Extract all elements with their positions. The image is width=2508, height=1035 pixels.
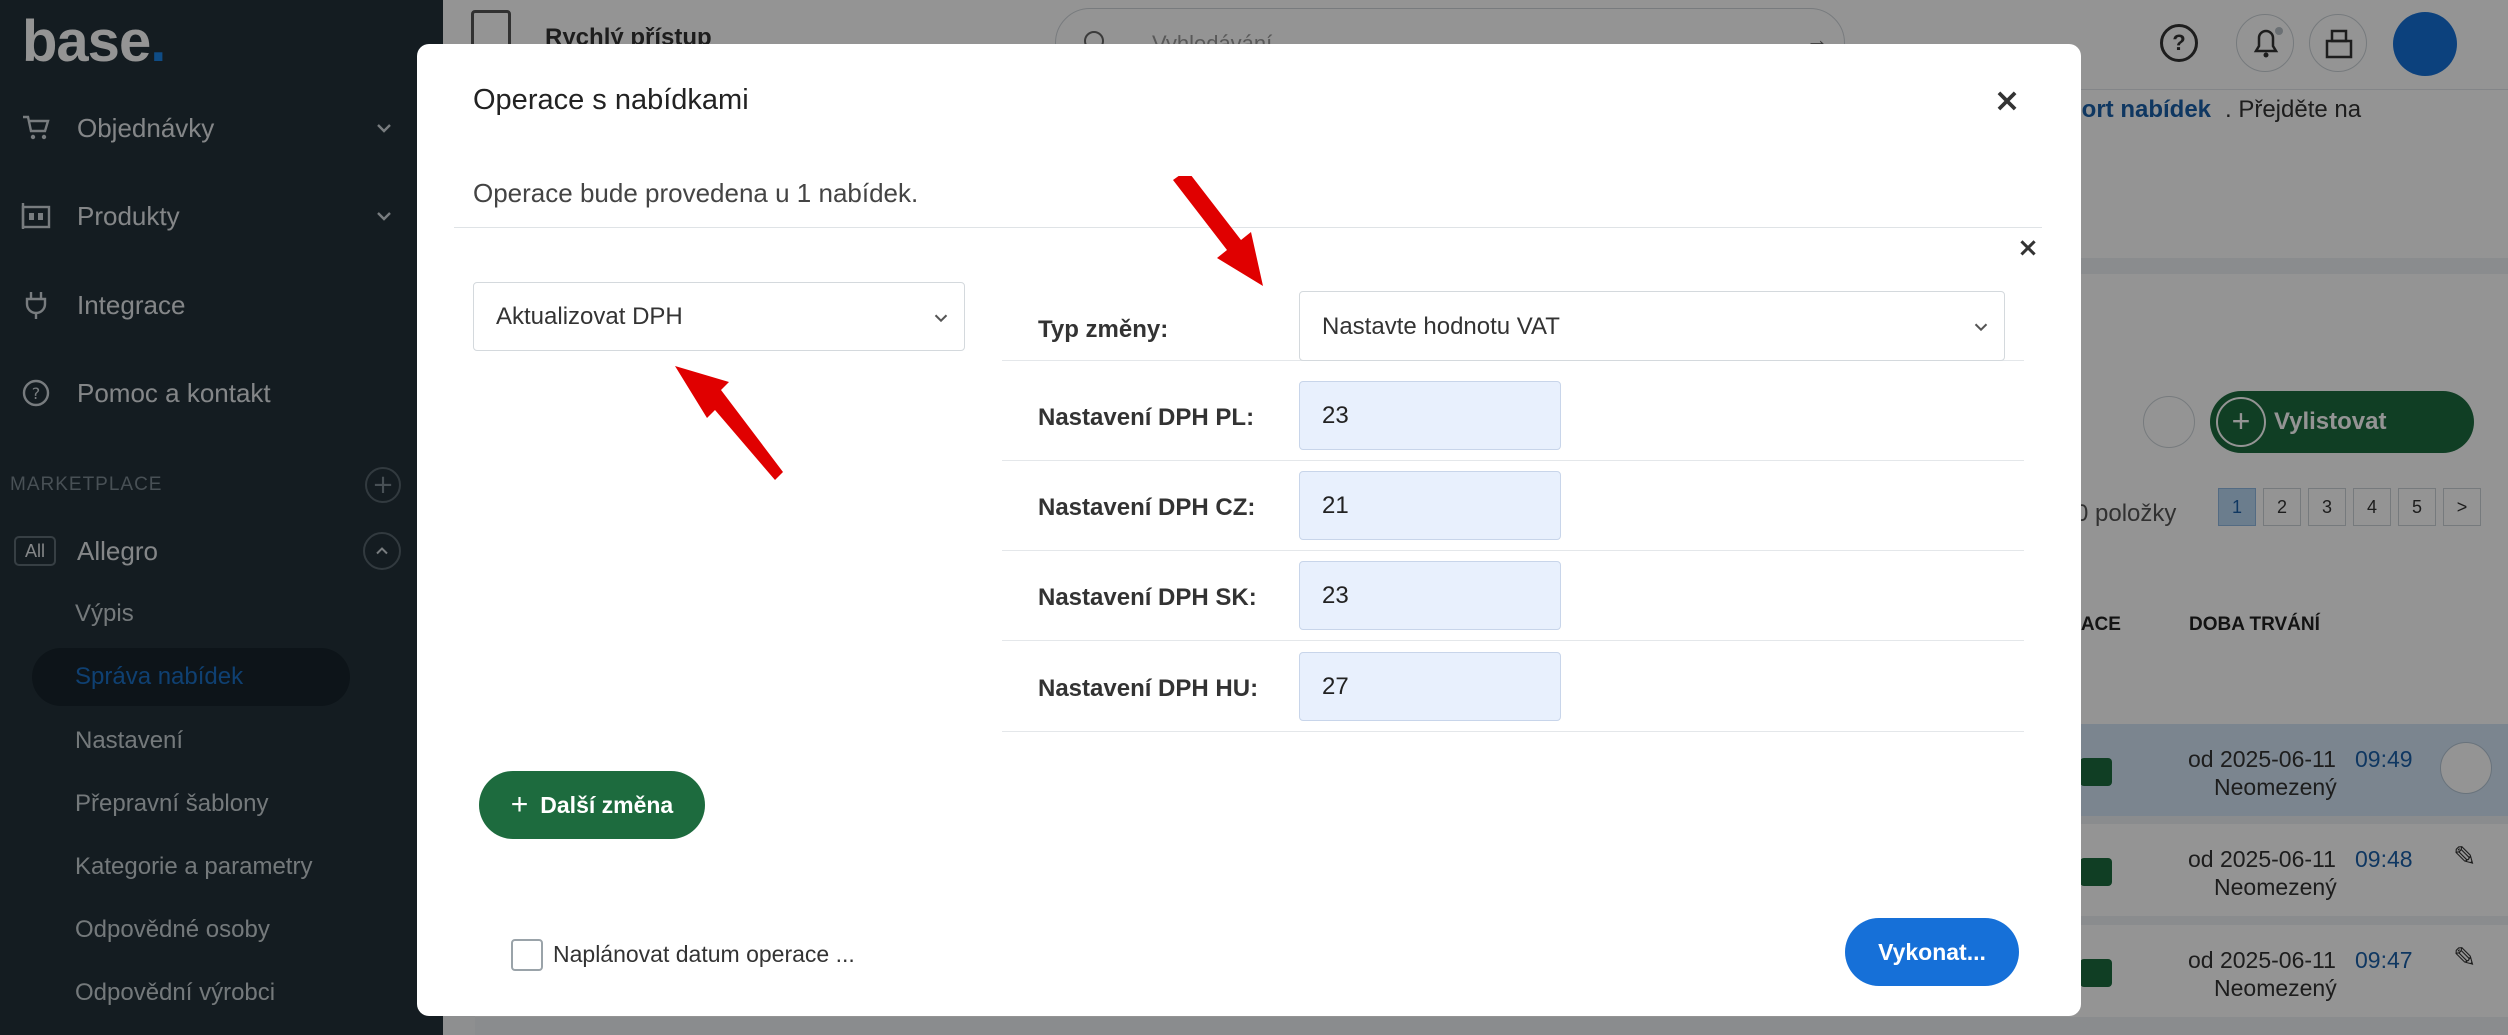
change-type-value: Nastavte hodnotu VAT — [1322, 313, 1560, 340]
vat-pl-input[interactable] — [1299, 381, 1561, 450]
vat-cz-input[interactable] — [1299, 471, 1561, 540]
vat-label: Nastavení DPH HU: — [1038, 675, 1259, 702]
schedule-label[interactable]: Naplánovat datum operace ... — [553, 941, 855, 968]
operation-select[interactable]: Aktualizovat DPH — [473, 282, 965, 351]
offer-operations-modal: Operace s nabídkami × Operace bude prove… — [417, 44, 2081, 1016]
vat-label: Nastavení DPH PL: — [1038, 404, 1255, 431]
execute-button[interactable]: Vykonat... — [1845, 918, 2019, 986]
type-label: Typ změny: — [1038, 316, 1169, 343]
schedule-checkbox[interactable] — [511, 939, 543, 971]
modal-title: Operace s nabídkami — [473, 84, 749, 116]
modal-subtitle: Operace bude provedena u 1 nabídek. — [473, 178, 919, 208]
chevron-down-icon — [934, 314, 948, 323]
vat-label: Nastavení DPH CZ: — [1038, 494, 1256, 521]
vat-label: Nastavení DPH SK: — [1038, 584, 1257, 611]
chevron-down-icon — [1974, 323, 1988, 332]
vat-sk-input[interactable] — [1299, 561, 1561, 630]
plus-icon: + — [510, 788, 529, 821]
add-change-button[interactable]: + Další změna — [479, 771, 705, 839]
operation-select-value: Aktualizovat DPH — [496, 303, 683, 330]
add-change-label: Další změna — [540, 791, 674, 818]
close-icon[interactable]: × — [1991, 84, 2023, 116]
annotation-arrow-icon — [675, 366, 783, 480]
change-type-select[interactable]: Nastavte hodnotu VAT — [1299, 291, 2005, 361]
vat-hu-input[interactable] — [1299, 652, 1561, 721]
annotation-arrow-icon — [1173, 176, 1263, 286]
